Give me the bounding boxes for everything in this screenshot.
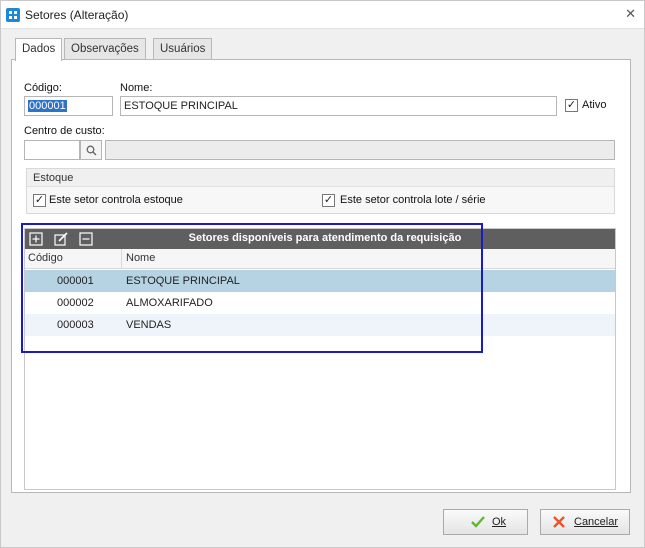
check-icon	[471, 516, 485, 528]
centro-custo-desc-input	[105, 140, 615, 160]
nome-label: Nome:	[120, 82, 153, 94]
codigo-label: Código:	[24, 82, 62, 94]
title-bar: Setores (Alteração) ✕	[1, 1, 644, 29]
controla-estoque-label: Este setor controla estoque	[49, 194, 183, 206]
edit-icon[interactable]	[54, 232, 68, 246]
close-icon[interactable]: ✕	[625, 7, 636, 21]
row-codigo: 000002	[57, 297, 94, 309]
controla-lote-label: Este setor controla lote / série	[340, 194, 486, 206]
tab-usuarios[interactable]: Usuários	[153, 38, 213, 60]
centro-custo-search-button[interactable]	[80, 140, 102, 160]
tab-observacoes[interactable]: Observações	[64, 38, 146, 60]
row-nome: ALMOXARIFADO	[126, 297, 213, 309]
tab-panel-dados: Código: 000001 Nome: ESTOQUE PRINCIPAL ✓…	[11, 59, 631, 493]
column-header-codigo[interactable]: Código	[28, 252, 63, 264]
ativo-checkbox[interactable]: ✓	[565, 99, 578, 112]
row-nome: VENDAS	[126, 319, 172, 331]
grid-title: Setores disponíveis para atendimento da …	[188, 232, 462, 244]
table-row[interactable]: 000003 VENDAS	[25, 314, 615, 336]
search-icon	[86, 145, 97, 156]
estoque-group-title: Estoque	[33, 172, 74, 184]
cancel-button[interactable]: Cancelar	[540, 509, 630, 535]
nome-input[interactable]: ESTOQUE PRINCIPAL	[120, 96, 557, 116]
column-divider	[121, 249, 122, 269]
add-icon[interactable]	[29, 232, 43, 246]
setores-grid: Setores disponíveis para atendimento da …	[24, 228, 616, 490]
cancel-button-label: Cancelar	[574, 516, 619, 528]
table-row[interactable]: 000002 ALMOXARIFADO	[25, 292, 615, 314]
ok-button[interactable]: Ok	[443, 509, 528, 535]
tab-dados[interactable]: Dados	[15, 38, 63, 61]
ativo-label: Ativo	[582, 99, 607, 111]
ok-button-label: Ok	[492, 516, 507, 528]
app-icon	[6, 8, 20, 22]
grid-header: Código Nome	[25, 249, 615, 269]
centro-custo-label: Centro de custo:	[24, 125, 105, 137]
controla-estoque-checkbox[interactable]: ✓	[33, 194, 46, 207]
grid-toolbar: Setores disponíveis para atendimento da …	[25, 229, 615, 249]
codigo-input[interactable]: 000001	[24, 96, 113, 116]
x-icon	[553, 516, 565, 528]
table-row[interactable]: 000001 ESTOQUE PRINCIPAL	[25, 270, 615, 292]
row-codigo: 000003	[57, 319, 94, 331]
dialog-window: Setores (Alteração) ✕ Dados Observações …	[0, 0, 645, 548]
codigo-value: 000001	[28, 100, 67, 112]
row-codigo: 000001	[57, 275, 94, 287]
centro-custo-code-input[interactable]	[24, 140, 80, 160]
window-title: Setores (Alteração)	[25, 8, 129, 22]
column-header-nome[interactable]: Nome	[126, 252, 155, 264]
controla-lote-checkbox[interactable]: ✓	[322, 194, 335, 207]
estoque-groupbox: Estoque ✓ Este setor controla estoque ✓ …	[26, 168, 615, 214]
remove-icon[interactable]	[79, 232, 93, 246]
row-nome: ESTOQUE PRINCIPAL	[126, 275, 240, 287]
estoque-group-header	[27, 169, 614, 187]
